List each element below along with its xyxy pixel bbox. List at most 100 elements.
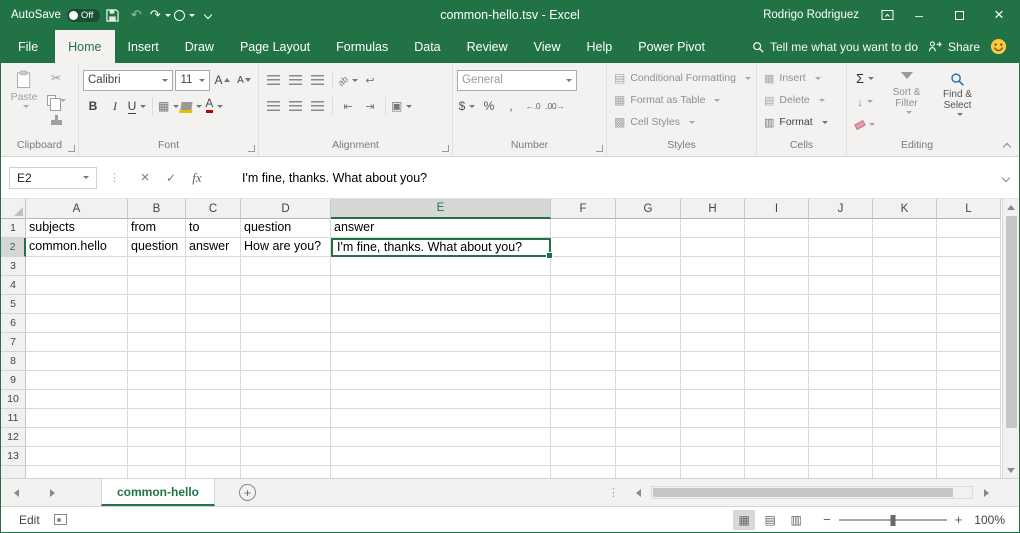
insert-cells-button[interactable]: Insert [761,67,842,89]
cell[interactable] [809,352,873,371]
cell[interactable] [616,276,681,295]
cell[interactable] [616,295,681,314]
column-header-j[interactable]: J [809,199,873,219]
cell[interactable] [937,314,1001,333]
italic-button[interactable]: I [105,95,125,117]
cell[interactable] [26,428,128,447]
cell[interactable] [937,428,1001,447]
cell[interactable] [128,428,186,447]
row-header-3[interactable]: 3 [1,257,26,276]
cell[interactable] [128,409,186,428]
column-header-i[interactable]: I [745,199,809,219]
font-color-button[interactable]: A [204,95,224,117]
copy-button[interactable] [46,89,66,111]
format-as-table-button[interactable]: Format as Table [611,89,752,111]
alignment-dialog-launcher-icon[interactable] [442,145,449,152]
cell[interactable] [186,333,241,352]
cell[interactable] [186,390,241,409]
align-bottom-button[interactable] [307,69,327,91]
conditional-formatting-button[interactable]: Conditional Formatting [611,67,752,89]
clear-button[interactable] [851,113,879,136]
cell[interactable] [809,333,873,352]
cell[interactable] [873,314,937,333]
cell[interactable] [681,333,745,352]
hscroll-left-button[interactable] [627,479,649,506]
cell[interactable] [331,333,551,352]
row-header-11[interactable]: 11 [1,409,26,428]
touch-mode-button[interactable] [173,3,195,27]
align-left-button[interactable] [263,95,283,117]
cell-styles-button[interactable]: Cell Styles [611,111,752,133]
cell[interactable] [128,390,186,409]
hscroll-right-button[interactable] [975,479,997,506]
column-header-c[interactable]: C [186,199,241,219]
cell[interactable] [809,371,873,390]
cell[interactable] [551,238,616,257]
cell[interactable] [616,257,681,276]
cell[interactable] [616,352,681,371]
tab-home[interactable]: Home [55,30,114,63]
cell[interactable] [873,276,937,295]
horizontal-scrollbar[interactable] [651,486,973,499]
zoom-slider[interactable] [839,519,947,521]
tab-data[interactable]: Data [401,30,453,63]
row-header-1[interactable]: 1 [1,219,26,238]
cell[interactable] [551,428,616,447]
cell[interactable] [551,466,616,478]
cell[interactable] [873,238,937,257]
cell-a2[interactable]: common.hello [26,238,128,257]
cell[interactable] [809,314,873,333]
save-button[interactable] [101,3,123,27]
cell-e1[interactable]: answer [331,219,551,238]
cell[interactable] [745,466,809,478]
horizontal-scrollbar-thumb[interactable] [653,488,953,497]
cell[interactable] [681,295,745,314]
customize-quick-access-button[interactable] [197,3,219,27]
cell[interactable] [809,447,873,466]
font-dialog-launcher-icon[interactable] [248,145,255,152]
cell[interactable] [186,276,241,295]
align-center-button[interactable] [285,95,305,117]
cell[interactable] [937,390,1001,409]
cell[interactable] [616,238,681,257]
column-header-h[interactable]: H [681,199,745,219]
column-header-a[interactable]: A [26,199,128,219]
row-header-14[interactable] [1,466,26,478]
fill-button[interactable] [851,90,879,113]
column-header-l[interactable]: L [937,199,1001,219]
cell[interactable] [551,257,616,276]
undo-button[interactable] [125,3,147,27]
cell[interactable] [873,409,937,428]
cell[interactable] [616,371,681,390]
vertical-scrollbar[interactable] [1002,199,1019,478]
cell[interactable] [681,390,745,409]
cell[interactable] [241,447,331,466]
cell[interactable] [128,447,186,466]
cell[interactable] [241,371,331,390]
cell[interactable] [681,314,745,333]
cell[interactable] [937,352,1001,371]
cell[interactable] [551,390,616,409]
cell[interactable] [745,428,809,447]
align-top-button[interactable] [263,69,283,91]
cell[interactable] [809,219,873,238]
cell[interactable] [745,238,809,257]
cell[interactable] [809,390,873,409]
cell-b1[interactable]: from [128,219,186,238]
cell[interactable] [186,257,241,276]
cell[interactable] [241,352,331,371]
increase-font-size-button[interactable]: A [212,69,232,91]
column-header-d[interactable]: D [241,199,331,219]
cell[interactable] [616,409,681,428]
vertical-scrollbar-thumb[interactable] [1006,216,1017,428]
cell[interactable] [186,371,241,390]
currency-format-button[interactable]: $ [457,95,477,117]
clipboard-dialog-launcher-icon[interactable] [68,145,75,152]
cell[interactable] [809,276,873,295]
cell[interactable] [241,257,331,276]
cell[interactable] [551,295,616,314]
file-tab[interactable]: File [1,30,55,63]
increase-indent-button[interactable] [360,95,380,117]
cell[interactable] [681,238,745,257]
cell[interactable] [616,333,681,352]
